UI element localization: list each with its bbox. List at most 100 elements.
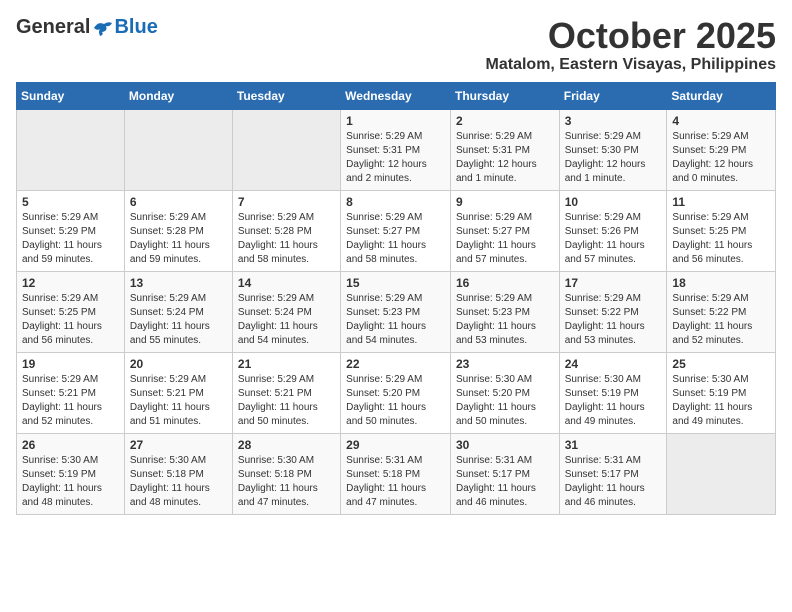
title-area: October 2025 Matalom, Eastern Visayas, P… (486, 16, 776, 74)
day-info: Sunrise: 5:29 AMSunset: 5:24 PMDaylight:… (130, 292, 227, 348)
day-number: 18 (672, 276, 770, 290)
calendar-cell: 10 Sunrise: 5:29 AMSunset: 5:26 PMDayligh… (559, 190, 667, 271)
weekday-header-sunday: Sunday (17, 82, 125, 109)
day-number: 14 (238, 276, 335, 290)
calendar-cell: 30 Sunrise: 5:31 AMSunset: 5:17 PMDayligh… (450, 433, 559, 514)
calendar-week-row: 5 Sunrise: 5:29 AMSunset: 5:29 PMDaylight… (17, 190, 776, 271)
calendar-table: SundayMondayTuesdayWednesdayThursdayFrid… (16, 82, 776, 515)
calendar-cell: 11 Sunrise: 5:29 AMSunset: 5:25 PMDayligh… (667, 190, 776, 271)
day-number: 27 (130, 438, 227, 452)
day-info: Sunrise: 5:31 AMSunset: 5:17 PMDaylight:… (565, 454, 662, 510)
calendar-cell: 18 Sunrise: 5:29 AMSunset: 5:22 PMDayligh… (667, 271, 776, 352)
day-info: Sunrise: 5:29 AMSunset: 5:29 PMDaylight:… (672, 130, 770, 186)
calendar-cell: 14Sunrise: 5:29 AMSunset: 5:24 PMDayligh… (232, 271, 340, 352)
day-info: Sunrise: 5:31 AMSunset: 5:18 PMDaylight:… (346, 454, 445, 510)
weekday-header-row: SundayMondayTuesdayWednesdayThursdayFrid… (17, 82, 776, 109)
calendar-cell: 25 Sunrise: 5:30 AMSunset: 5:19 PMDayligh… (667, 352, 776, 433)
day-info: Sunrise: 5:29 AMSunset: 5:26 PMDaylight:… (565, 211, 662, 267)
day-number: 21 (238, 357, 335, 371)
day-info: Sunrise: 5:29 AMSunset: 5:21 PMDaylight:… (130, 373, 227, 429)
calendar-cell: 13 Sunrise: 5:29 AMSunset: 5:24 PMDayligh… (124, 271, 232, 352)
day-number: 28 (238, 438, 335, 452)
day-number: 19 (22, 357, 119, 371)
calendar-cell: 9 Sunrise: 5:29 AMSunset: 5:27 PMDaylight… (450, 190, 559, 271)
day-info: Sunrise: 5:29 AMSunset: 5:29 PMDaylight:… (22, 211, 119, 267)
day-number: 9 (456, 195, 554, 209)
day-number: 15 (346, 276, 445, 290)
day-info: Sunrise: 5:29 AMSunset: 5:21 PMDaylight:… (22, 373, 119, 429)
calendar-cell: 22 Sunrise: 5:29 AMSunset: 5:20 PMDayligh… (341, 352, 451, 433)
day-info: Sunrise: 5:30 AMSunset: 5:19 PMDaylight:… (565, 373, 662, 429)
day-info: Sunrise: 5:29 AMSunset: 5:20 PMDaylight:… (346, 373, 445, 429)
day-number: 4 (672, 114, 770, 128)
day-info: Sunrise: 5:29 AMSunset: 5:30 PMDaylight:… (565, 130, 662, 186)
month-title: October 2025 (486, 16, 776, 56)
calendar-cell: 7 Sunrise: 5:29 AMSunset: 5:28 PMDaylight… (232, 190, 340, 271)
day-info: Sunrise: 5:29 AMSunset: 5:25 PMDaylight:… (672, 211, 770, 267)
calendar-cell: 1 Sunrise: 5:29 AMSunset: 5:31 PMDaylight… (341, 109, 451, 190)
calendar-week-row: 26Sunrise: 5:30 AMSunset: 5:19 PMDayligh… (17, 433, 776, 514)
day-info: Sunrise: 5:29 AMSunset: 5:22 PMDaylight:… (672, 292, 770, 348)
day-info: Sunrise: 5:29 AMSunset: 5:27 PMDaylight:… (346, 211, 445, 267)
weekday-header-friday: Friday (559, 82, 667, 109)
day-number: 17 (565, 276, 662, 290)
day-info: Sunrise: 5:29 AMSunset: 5:21 PMDaylight:… (238, 373, 335, 429)
day-number: 7 (238, 195, 335, 209)
day-number: 8 (346, 195, 445, 209)
day-number: 1 (346, 114, 445, 128)
calendar-cell: 24 Sunrise: 5:30 AMSunset: 5:19 PMDayligh… (559, 352, 667, 433)
day-info: Sunrise: 5:31 AMSunset: 5:17 PMDaylight:… (456, 454, 554, 510)
calendar-cell: 27Sunrise: 5:30 AMSunset: 5:18 PMDayligh… (124, 433, 232, 514)
calendar-cell: 15Sunrise: 5:29 AMSunset: 5:23 PMDayligh… (341, 271, 451, 352)
calendar-cell: 12 Sunrise: 5:29 AMSunset: 5:25 PMDayligh… (17, 271, 125, 352)
calendar-cell: 29Sunrise: 5:31 AMSunset: 5:18 PMDayligh… (341, 433, 451, 514)
day-number: 22 (346, 357, 445, 371)
day-info: Sunrise: 5:29 AMSunset: 5:22 PMDaylight:… (565, 292, 662, 348)
location-title: Matalom, Eastern Visayas, Philippines (486, 56, 776, 74)
day-number: 10 (565, 195, 662, 209)
day-info: Sunrise: 5:30 AMSunset: 5:20 PMDaylight:… (456, 373, 554, 429)
weekday-header-wednesday: Wednesday (341, 82, 451, 109)
day-info: Sunrise: 5:29 AMSunset: 5:25 PMDaylight:… (22, 292, 119, 348)
day-info: Sunrise: 5:30 AMSunset: 5:19 PMDaylight:… (672, 373, 770, 429)
day-info: Sunrise: 5:29 AMSunset: 5:31 PMDaylight:… (456, 130, 554, 186)
page-header: General Blue October 2025 Matalom, Easte… (16, 16, 776, 74)
day-info: Sunrise: 5:30 AMSunset: 5:19 PMDaylight:… (22, 454, 119, 510)
day-number: 24 (565, 357, 662, 371)
day-number: 3 (565, 114, 662, 128)
calendar-cell: 3 Sunrise: 5:29 AMSunset: 5:30 PMDaylight… (559, 109, 667, 190)
logo-general-text: General (16, 16, 90, 39)
calendar-cell: 8 Sunrise: 5:29 AMSunset: 5:27 PMDaylight… (341, 190, 451, 271)
day-number: 12 (22, 276, 119, 290)
calendar-cell: 17 Sunrise: 5:29 AMSunset: 5:22 PMDayligh… (559, 271, 667, 352)
day-number: 16 (456, 276, 554, 290)
calendar-cell: 26Sunrise: 5:30 AMSunset: 5:19 PMDayligh… (17, 433, 125, 514)
calendar-cell: 21 Sunrise: 5:29 AMSunset: 5:21 PMDayligh… (232, 352, 340, 433)
day-info: Sunrise: 5:29 AMSunset: 5:27 PMDaylight:… (456, 211, 554, 267)
day-number: 6 (130, 195, 227, 209)
calendar-cell: 6Sunrise: 5:29 AMSunset: 5:28 PMDaylight… (124, 190, 232, 271)
day-number: 13 (130, 276, 227, 290)
logo-blue-text: Blue (114, 16, 157, 39)
day-number: 2 (456, 114, 554, 128)
day-number: 5 (22, 195, 119, 209)
day-number: 31 (565, 438, 662, 452)
day-info: Sunrise: 5:29 AMSunset: 5:28 PMDaylight:… (238, 211, 335, 267)
calendar-cell (17, 109, 125, 190)
calendar-cell: 19 Sunrise: 5:29 AMSunset: 5:21 PMDayligh… (17, 352, 125, 433)
day-info: Sunrise: 5:30 AMSunset: 5:18 PMDaylight:… (238, 454, 335, 510)
calendar-cell: 16Sunrise: 5:29 AMSunset: 5:23 PMDayligh… (450, 271, 559, 352)
day-number: 30 (456, 438, 554, 452)
day-number: 23 (456, 357, 554, 371)
day-number: 25 (672, 357, 770, 371)
day-info: Sunrise: 5:29 AMSunset: 5:31 PMDaylight:… (346, 130, 445, 186)
day-number: 11 (672, 195, 770, 209)
weekday-header-thursday: Thursday (450, 82, 559, 109)
day-number: 20 (130, 357, 227, 371)
calendar-cell: 31 Sunrise: 5:31 AMSunset: 5:17 PMDayligh… (559, 433, 667, 514)
weekday-header-saturday: Saturday (667, 82, 776, 109)
calendar-cell (124, 109, 232, 190)
calendar-cell: 4 Sunrise: 5:29 AMSunset: 5:29 PMDaylight… (667, 109, 776, 190)
calendar-cell (667, 433, 776, 514)
calendar-week-row: 1 Sunrise: 5:29 AMSunset: 5:31 PMDaylight… (17, 109, 776, 190)
